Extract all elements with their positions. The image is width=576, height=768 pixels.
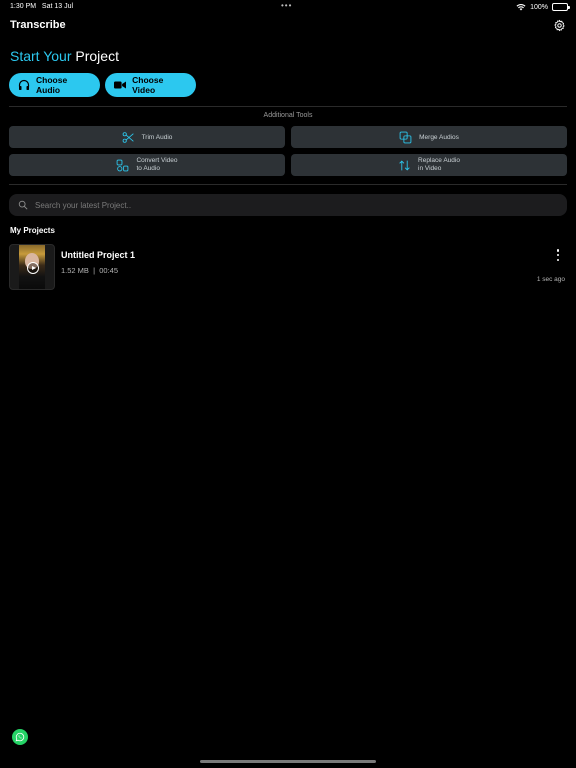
project-timestamp: 1 sec ago xyxy=(536,276,565,283)
replace-audio-label-line2: in Video xyxy=(418,165,442,172)
divider-bottom xyxy=(9,184,567,185)
convert-video-label: Convert Video to Audio xyxy=(136,157,177,173)
convert-video-label-line1: Convert Video xyxy=(136,157,178,164)
status-time-text: 1:30 PM xyxy=(10,3,37,10)
trim-audio-label: Trim Audio xyxy=(141,133,173,141)
multitasking-dots[interactable]: ••• xyxy=(281,1,292,10)
choose-audio-button[interactable]: Choose Audio xyxy=(9,73,100,97)
convert-video-button[interactable]: Convert Video to Audio xyxy=(9,154,285,176)
replace-audio-label-line1: Replace Audio xyxy=(418,157,460,164)
app-title: Transcribe xyxy=(10,19,66,31)
search-input[interactable] xyxy=(35,200,535,210)
project-duration: 00:45 xyxy=(99,266,119,275)
choose-video-label: Choose Video xyxy=(132,75,164,95)
project-name: Untitled Project 1 xyxy=(61,250,136,260)
merge-audios-label: Merge Audios xyxy=(419,133,459,141)
gear-icon[interactable] xyxy=(553,19,566,32)
replace-audio-label: Replace Audio in Video xyxy=(418,157,460,173)
choose-audio-label: Choose Audio xyxy=(36,75,68,95)
play-icon[interactable] xyxy=(27,262,39,274)
status-date: Sat 13 Jul xyxy=(41,3,74,10)
battery-percent: 100% xyxy=(530,3,548,11)
choose-video-button[interactable]: Choose Video xyxy=(105,73,196,97)
status-right: 100% xyxy=(516,3,570,11)
convert-icon xyxy=(117,159,129,171)
search-icon xyxy=(18,200,28,210)
home-indicator[interactable] xyxy=(200,760,376,763)
choose-buttons: Choose Audio Choose Video xyxy=(9,73,196,97)
more-options-icon[interactable] xyxy=(554,248,562,262)
replace-audio-button[interactable]: Replace Audio in Video xyxy=(291,154,567,176)
status-time: 1:30 PM Sat 13 Jul xyxy=(10,3,73,10)
trim-audio-button[interactable]: Trim Audio xyxy=(9,126,285,148)
merge-audios-button[interactable]: Merge Audios xyxy=(291,126,567,148)
wifi-icon xyxy=(516,4,526,11)
page-title-rest: Project xyxy=(75,48,119,64)
project-meta-separator: | xyxy=(93,266,96,275)
project-size: 1.52 MB xyxy=(61,266,89,275)
divider-top xyxy=(9,106,567,107)
status-bar: 1:30 PM Sat 13 Jul ••• 100% xyxy=(0,0,576,14)
whatsapp-icon[interactable] xyxy=(12,729,28,745)
search-bar[interactable] xyxy=(9,194,567,216)
project-meta: 1.52 MB | 00:45 xyxy=(61,266,118,275)
page-title-accent: Start Your xyxy=(10,48,72,64)
headphones-icon xyxy=(18,79,30,91)
page-title: Start Your Project xyxy=(10,48,119,64)
swap-arrows-icon xyxy=(399,160,410,170)
project-thumbnail[interactable] xyxy=(9,244,55,290)
video-camera-icon xyxy=(114,81,127,89)
project-item[interactable]: Untitled Project 1 1.52 MB | 00:45 1 sec… xyxy=(9,243,567,291)
merge-icon xyxy=(399,131,412,143)
scissors-icon xyxy=(122,131,134,143)
convert-video-label-line2: to Audio xyxy=(136,165,160,172)
nav-bar: Transcribe xyxy=(0,18,576,36)
battery-icon xyxy=(552,3,570,11)
my-projects-title: My Projects xyxy=(10,226,55,235)
additional-tools-label: Additional Tools xyxy=(263,112,313,119)
